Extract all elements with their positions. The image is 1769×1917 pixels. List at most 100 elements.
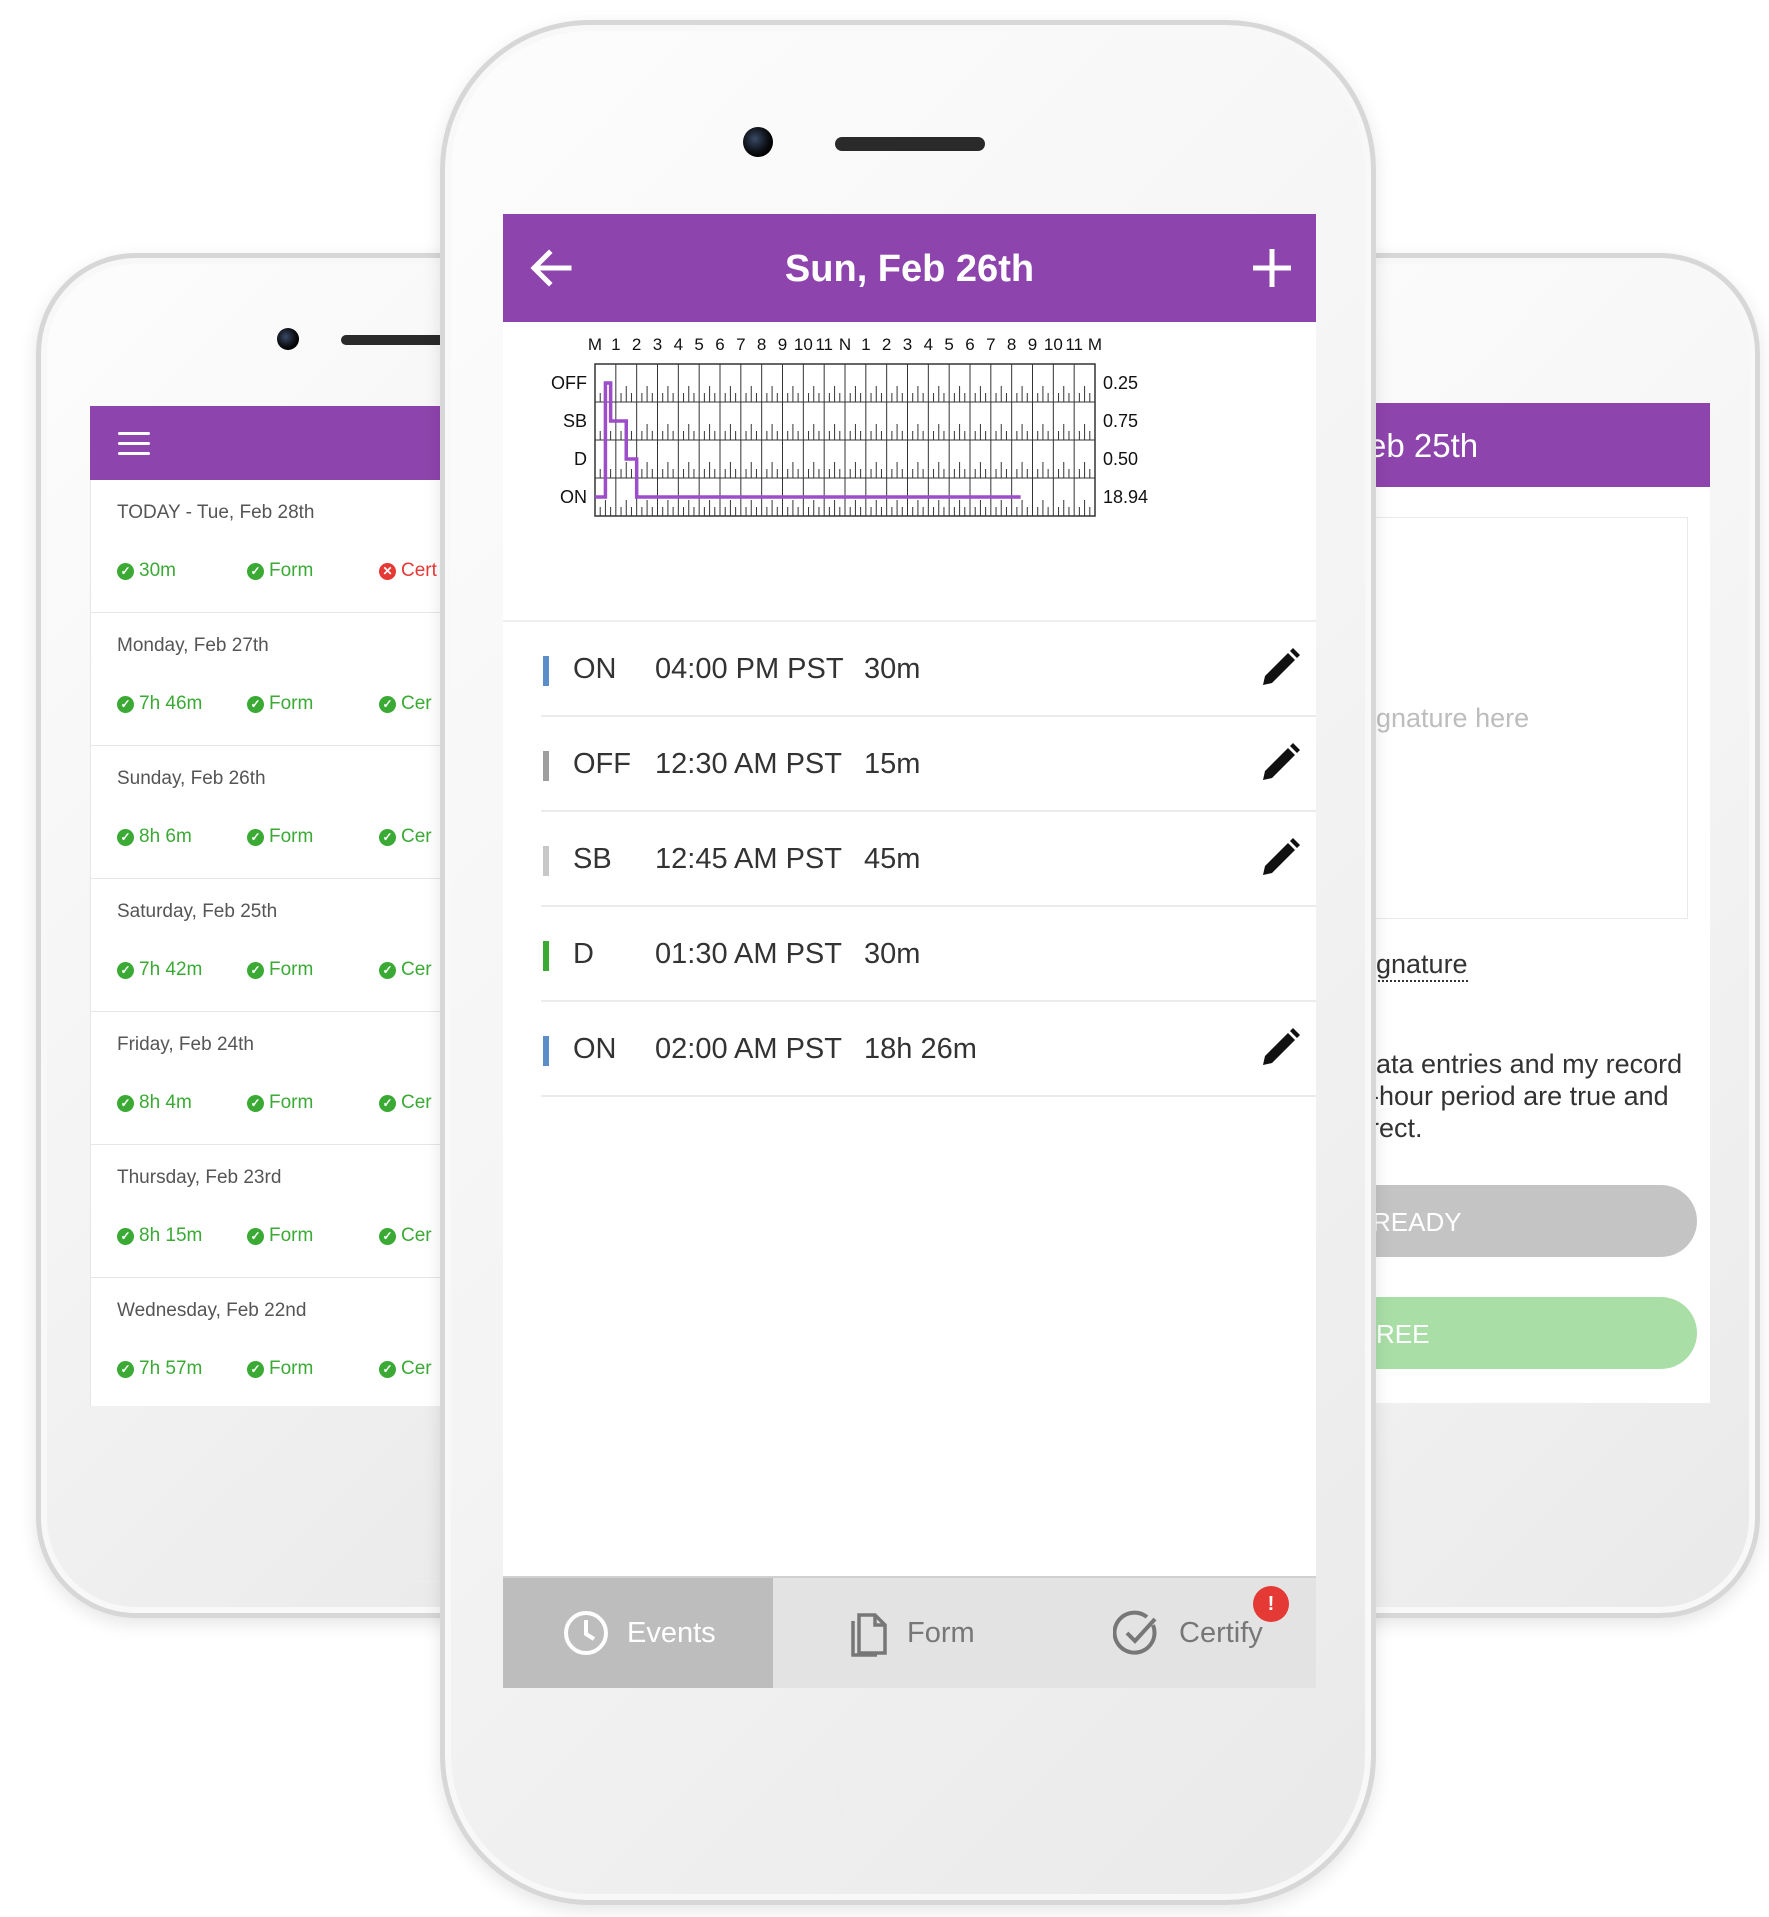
day-label: Monday, Feb 27th <box>117 635 269 656</box>
graph-status-total: 0.25 <box>1103 373 1138 393</box>
event-time: 01:30 AM PST <box>655 938 842 970</box>
day-status-summary: ✓ 30m ✓ Form ✕ Cert <box>117 560 460 584</box>
form-status-text: Form <box>269 560 314 581</box>
pencil-icon[interactable] <box>1259 742 1301 784</box>
form-status: ✓ Form <box>247 1225 313 1247</box>
event-row[interactable]: SB 12:45 AM PST 45m <box>541 812 1316 907</box>
graph-status-label: OFF <box>551 373 587 393</box>
day-log-row[interactable]: TODAY - Tue, Feb 28th ✓ 30m ✓ Form ✕ Cert <box>90 480 460 613</box>
day-log-row[interactable]: Friday, Feb 24th ✓ 8h 4m ✓ Form ✓ Cer <box>90 1012 460 1145</box>
drive-time-stat-text: 7h 57m <box>139 1358 203 1379</box>
right-header-title: eb 25th <box>1370 427 1479 464</box>
day-status-summary: ✓ 7h 46m ✓ Form ✓ Cer <box>117 693 460 717</box>
hamburger-icon[interactable] <box>118 432 150 455</box>
event-status-color-bar <box>543 751 549 781</box>
event-time: 04:00 PM PST <box>655 653 844 685</box>
check-circle-icon: ✓ <box>247 695 264 713</box>
duty-graph-svg: M 1 2 3 4 5 6 7 8 9 10 11 N 1 2 3 4 5 6 7 8 9 10 11 MOFF 0.25SB 0.… <box>551 335 1148 517</box>
event-row[interactable]: D 01:30 AM PST 30m <box>541 907 1316 1002</box>
drive-time-stat-text: 8h 15m <box>139 1225 203 1246</box>
tab-events[interactable]: Events <box>503 1578 773 1688</box>
day-log-row[interactable]: Thursday, Feb 23rd ✓ 8h 15m ✓ Form ✓ Cer <box>90 1145 460 1278</box>
day-status-summary: ✓ 8h 4m ✓ Form ✓ Cer <box>117 1092 460 1116</box>
day-status-summary: ✓ 7h 57m ✓ Form ✓ Cer <box>117 1358 460 1382</box>
pencil-icon[interactable] <box>1259 647 1301 689</box>
event-status: SB <box>573 843 612 875</box>
day-label: Saturday, Feb 25th <box>117 901 278 922</box>
event-row[interactable]: OFF 12:30 AM PST 15m <box>541 717 1316 812</box>
certify-alert-badge: ! <box>1253 1586 1289 1622</box>
event-status: D <box>573 938 594 970</box>
day-status-summary: ✓ 7h 42m ✓ Form ✓ Cer <box>117 959 460 983</box>
graph-hour-label: 11 <box>815 335 833 354</box>
plus-icon[interactable] <box>1250 246 1294 290</box>
front-camera-icon <box>277 328 299 350</box>
form-status: ✓ Form <box>247 959 313 981</box>
check-circle-icon: ✓ <box>379 828 396 846</box>
day-label: Sunday, Feb 26th <box>117 768 266 789</box>
check-circle-icon: ✓ <box>117 828 134 846</box>
day-label: Wednesday, Feb 22nd <box>117 1300 307 1321</box>
event-status-color-bar <box>543 941 549 971</box>
cert-status-text: Cer <box>401 959 432 980</box>
check-circle-icon: ✓ <box>379 1227 396 1245</box>
graph-hour-label: 2 <box>882 335 891 354</box>
event-time: 12:45 AM PST <box>655 843 842 875</box>
event-list: ON 04:00 PM PST 30m OFF 12:30 AM PST 15m SB 12:… <box>541 622 1316 1097</box>
day-label: Thursday, Feb 23rd <box>117 1167 282 1188</box>
graph-status-total: 18.94 <box>1103 487 1148 507</box>
pencil-icon[interactable] <box>1259 837 1301 879</box>
cert-status: ✓ Cer <box>379 1358 432 1380</box>
event-duration: 30m <box>864 938 921 970</box>
event-row[interactable]: ON 02:00 AM PST 18h 26m <box>541 1002 1316 1097</box>
not-ready-button[interactable]: READY <box>1370 1185 1697 1257</box>
check-circle-icon: ✓ <box>379 961 396 979</box>
cert-status-text: Cer <box>401 693 432 714</box>
graph-hour-label: 7 <box>986 335 995 354</box>
cert-status-text: Cert <box>401 560 437 581</box>
duty-status-graph: M 1 2 3 4 5 6 7 8 9 10 11 N 1 2 3 4 5 6 7 8 9 10 11 M OFF 0.25 SB 0.… <box>503 322 1316 622</box>
tab-form[interactable]: Form <box>773 1578 1043 1688</box>
check-circle-icon: ✓ <box>379 695 396 713</box>
clear-signature-link[interactable]: ignature <box>1370 949 1468 982</box>
day-status-summary: ✓ 8h 15m ✓ Form ✓ Cer <box>117 1225 460 1249</box>
earpiece-speaker <box>835 137 985 151</box>
event-row[interactable]: ON 04:00 PM PST 30m <box>541 622 1316 717</box>
graph-hour-label: 10 <box>794 335 813 354</box>
check-circle-icon: ✓ <box>117 562 134 580</box>
cert-status-text: Cer <box>401 1358 432 1379</box>
graph-hour-label: 11 <box>1065 335 1083 354</box>
check-circle-icon: ✓ <box>117 961 134 979</box>
left-phone-screen: TODAY - Tue, Feb 28th ✓ 30m ✓ Form ✕ Cert Monda… <box>90 406 460 1406</box>
cert-text-line: lata entries and my record <box>1370 1049 1683 1079</box>
day-log-row[interactable]: Monday, Feb 27th ✓ 7h 46m ✓ Form ✓ Cer <box>90 613 460 746</box>
check-circle-icon: ✓ <box>379 1094 396 1112</box>
check-circle-icon: ✓ <box>247 828 264 846</box>
cert-status-text: Cer <box>401 1092 432 1113</box>
form-status-text: Form <box>269 1092 314 1113</box>
day-log-row[interactable]: Wednesday, Feb 22nd ✓ 7h 57m ✓ Form ✓ Cer <box>90 1278 460 1406</box>
event-status-color-bar <box>543 656 549 686</box>
drive-time-stat: ✓ 8h 4m <box>117 1092 192 1114</box>
check-circle-icon: ✓ <box>247 562 264 580</box>
graph-status-label: ON <box>560 487 587 507</box>
graph-hour-label: M <box>588 335 602 354</box>
check-circle-icon: ✓ <box>117 1360 134 1378</box>
graph-hour-label: 9 <box>1028 335 1037 354</box>
drive-time-stat: ✓ 7h 42m <box>117 959 202 981</box>
cert-text-line: -hour period are true and <box>1370 1081 1669 1111</box>
check-circle-icon: ✓ <box>247 961 264 979</box>
event-status: ON <box>573 653 617 685</box>
drive-time-stat-text: 7h 42m <box>139 959 203 980</box>
check-circle-icon: ✓ <box>379 1360 396 1378</box>
day-log-row[interactable]: Sunday, Feb 26th ✓ 8h 6m ✓ Form ✓ Cer <box>90 746 460 879</box>
day-log-row[interactable]: Saturday, Feb 25th ✓ 7h 42m ✓ Form ✓ Cer <box>90 879 460 1012</box>
drive-time-stat: ✓ 30m <box>117 560 176 582</box>
graph-hour-label: N <box>839 335 851 354</box>
drive-time-stat: ✓ 7h 46m <box>117 693 202 715</box>
check-circle-icon: ✓ <box>247 1360 264 1378</box>
agree-button[interactable]: REE <box>1370 1297 1697 1369</box>
pencil-icon[interactable] <box>1259 1027 1301 1069</box>
front-camera-icon <box>743 127 773 157</box>
drive-time-stat-text: 8h 6m <box>139 826 192 847</box>
